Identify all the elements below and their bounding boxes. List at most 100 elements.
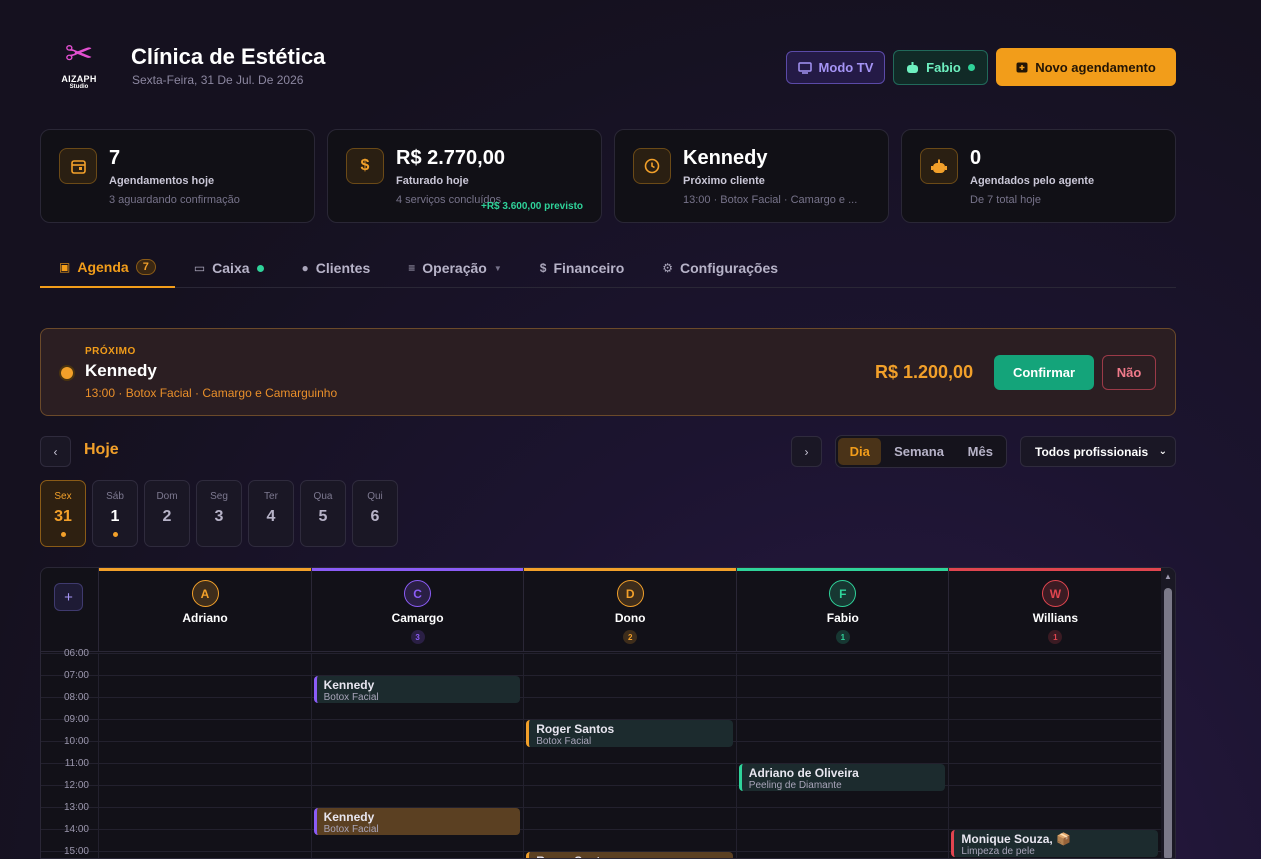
stat-value: R$ 2.770,00 (396, 147, 505, 169)
day-seg[interactable]: Seg 3 (196, 480, 242, 547)
tab-caixa[interactable]: ▭ Caixa (175, 248, 283, 288)
user-button[interactable]: Fabio (893, 50, 988, 85)
tab-operacao[interactable]: ≡ Operação ▼ (389, 248, 521, 288)
day-dom[interactable]: Dom 2 (144, 480, 190, 547)
decline-button[interactable]: Não (1102, 355, 1156, 390)
stat-card-agent: 0 Agendados pelo agente De 7 total hoje (901, 129, 1176, 223)
new-appointment-button[interactable]: Novo agendamento (996, 48, 1176, 86)
day-number: 5 (318, 508, 328, 525)
tab-agenda[interactable]: ▣ Agenda 7 (40, 248, 175, 288)
monitor-icon (797, 61, 812, 74)
new-appointment-label: Novo agendamento (1035, 59, 1156, 75)
appointment-block[interactable]: Roger Santos Botox Facial (526, 720, 733, 747)
stat-label: Faturado hoje (396, 175, 469, 187)
appointment-dot (60, 532, 66, 537)
stat-card-revenue: $ R$ 2.770,00 Faturado hoje 4 serviços c… (327, 129, 602, 223)
appointment-count: 1 (1048, 630, 1063, 644)
menu-icon: ≡ (408, 261, 416, 275)
calendar-header: + A Adriano C Camargo 3 D Dono 2 F Fabio 1 … (41, 568, 1162, 652)
avatar: F (829, 580, 857, 607)
appointment-service: Botox Facial (323, 692, 379, 703)
time-label: 15:00 (63, 846, 89, 857)
professional-column-dono: D Dono 2 (523, 568, 737, 652)
view-day[interactable]: Dia (838, 438, 882, 465)
today-label[interactable]: Hoje (84, 441, 119, 459)
professional-column-willians: W Willians 1 (948, 568, 1162, 652)
day-number: 6 (370, 508, 380, 525)
stat-label: Agendamentos hoje (109, 175, 215, 187)
view-month[interactable]: Mês (957, 438, 1004, 465)
appointment-block[interactable]: Kennedy Botox Facial (313, 808, 521, 835)
day-name: Ter (264, 491, 278, 502)
add-button[interactable]: + (54, 583, 83, 611)
card-icon: ▭ (193, 261, 206, 275)
scrollbar[interactable]: ▲ (1161, 568, 1175, 858)
tab-configuracoes[interactable]: ⚙ Configurações (643, 248, 797, 288)
day-name: Seg (210, 491, 228, 502)
time-row: 07:00 (41, 670, 1161, 697)
column-divider (310, 653, 312, 858)
user-label: Fabio (926, 60, 961, 75)
appointment-block[interactable]: Monique Souza, 📦 Limpeza de pele (951, 830, 1158, 857)
day-sáb[interactable]: Sáb 1 (92, 480, 138, 547)
tv-mode-button[interactable]: Modo TV (786, 51, 885, 84)
dollar-icon: $ (539, 261, 547, 275)
appointment-block[interactable]: Adriano de Oliveira Peeling de Diamante (738, 764, 946, 791)
forecast-text: +R$ 3.600,00 previsto (481, 201, 584, 212)
column-color-bar (311, 568, 524, 571)
column-color-bar (736, 568, 949, 571)
day-qua[interactable]: Qua 5 (300, 480, 346, 547)
tab-label: Operação (422, 260, 487, 276)
stat-card-next-client: Kennedy Próximo cliente 13:00 · Botox Fa… (614, 129, 889, 223)
chevron-left-icon: ‹ (53, 444, 58, 459)
appointment-client: Roger Santos (536, 854, 726, 858)
next-client-name: Kennedy (85, 361, 157, 380)
stat-subtext: 3 aguardando confirmação (109, 194, 240, 206)
tab-label: Caixa (212, 260, 250, 276)
confirm-button[interactable]: Confirmar (994, 355, 1094, 390)
appointment-client: Monique Souza, 📦 (961, 832, 1071, 846)
filter-value: Todos profissionais (1035, 444, 1149, 459)
avatar: A (191, 580, 219, 607)
professional-name: Camargo (391, 611, 444, 625)
appointment-block[interactable]: Kennedy Botox Facial (313, 676, 521, 703)
appointment-client: Kennedy (323, 678, 375, 692)
tab-financeiro[interactable]: $ Financeiro (521, 248, 643, 288)
time-label: 09:00 (63, 714, 89, 725)
appointment-client: Roger Santos (536, 722, 615, 736)
time-label: 06:00 (63, 648, 89, 659)
professional-name: Adriano (182, 611, 228, 625)
appointment-service: Limpeza de pele (961, 846, 1035, 857)
column-divider (948, 653, 950, 858)
appointment-count: 3 (410, 630, 425, 644)
professional-column-fabio: F Fabio 1 (735, 568, 949, 652)
avatar: D (616, 580, 644, 607)
column-divider (98, 653, 99, 858)
day-ter[interactable]: Ter 4 (248, 480, 294, 547)
next-button[interactable]: › (791, 436, 822, 467)
tab-label: Configurações (680, 260, 779, 276)
day-qui[interactable]: Qui 6 (352, 480, 398, 547)
calendar-icon: ▣ (59, 260, 71, 274)
time-grid: 06:00 07:00 08:00 09:00 10:00 11:00 12:00 13:00… (41, 648, 1162, 858)
stat-value: Kennedy (683, 147, 768, 169)
tab-label: Financeiro (553, 260, 625, 276)
stat-subtext: 13:00 · Botox Facial · Camargo e ... (683, 194, 858, 206)
view-week[interactable]: Semana (883, 438, 954, 465)
day-sex[interactable]: Sex 31 (40, 480, 86, 547)
appointment-count: 1 (835, 630, 850, 644)
tab-clientes[interactable]: ● Clientes (283, 248, 390, 288)
time-row: 06:00 (41, 648, 1161, 675)
scrollbar-thumb[interactable] (1164, 588, 1172, 858)
professional-filter[interactable]: Todos profissionais ⌄ (1020, 436, 1176, 467)
appointment-service: Botox Facial (323, 824, 379, 835)
appointment-block[interactable]: Roger Santos (526, 852, 733, 858)
prev-button[interactable]: ‹ (40, 436, 71, 467)
main-tabs: ▣ Agenda 7 ▭ Caixa ● Clientes ≡ Operação… (40, 248, 1176, 288)
status-dot (61, 367, 73, 379)
day-number: 3 (214, 508, 224, 525)
next-client-banner: PRÓXIMO Kennedy 13:00 · Botox Facial · C… (40, 328, 1176, 416)
day-number: 4 (266, 508, 276, 525)
stat-label: Agendados pelo agente (970, 175, 1095, 187)
day-name: Qui (367, 491, 383, 502)
